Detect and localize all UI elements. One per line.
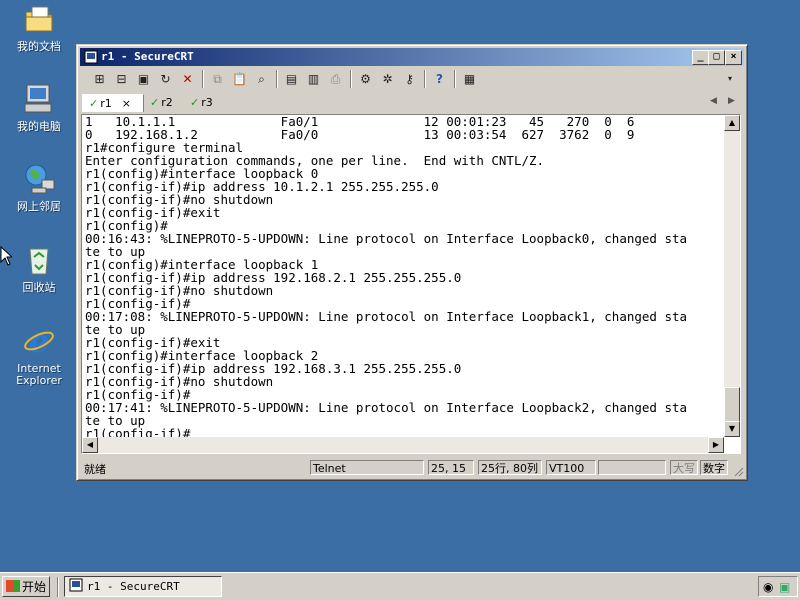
window-titlebar[interactable]: r1 - SecureCRT _ □ × — [80, 48, 744, 66]
terminal-view[interactable]: 1 10.1.1.1 Fa0/1 12 00:01:23 45 270 0 60… — [81, 114, 741, 454]
resize-grip-icon[interactable] — [732, 465, 744, 477]
taskbar-item-securecrt[interactable]: r1 - SecureCRT — [64, 576, 222, 597]
tray-icon[interactable]: ◉ — [763, 580, 773, 594]
tray-network-icon[interactable]: ▣ — [779, 580, 790, 594]
paste-icon[interactable]: 📋 — [230, 70, 249, 88]
desktop-icon-network-places[interactable]: 网上邻居 — [8, 162, 70, 213]
terminal-line: 00:16:43: %LINEPROTO-5-UPDOWN: Line prot… — [85, 231, 688, 246]
desktop-icon-my-computer[interactable]: 我的电脑 — [8, 82, 70, 133]
tab-close-icon[interactable]: × — [122, 97, 131, 110]
key-icon[interactable]: ⚷ — [400, 70, 419, 88]
find-icon[interactable]: ⌕ — [252, 70, 271, 88]
toolbar: ⊞ ⊟ ▣ ↻ ✕ ⧉ 📋 ⌕ ▤ ▥ ⎙ ⚙ ✲ ⚷ ? ▦ ▾ — [80, 67, 744, 91]
securecrt-app-icon — [69, 578, 83, 592]
desktop-icon-label: 我的文档 — [17, 40, 61, 53]
scroll-left-icon[interactable]: ◀ — [82, 437, 98, 453]
tab-label: r1 — [100, 97, 112, 110]
securecrt-window: r1 - SecureCRT _ □ × ⊞ ⊟ ▣ ↻ ✕ ⧉ 📋 ⌕ ▤ ▥… — [76, 44, 748, 481]
status-caps: 大写 — [670, 460, 698, 475]
status-emulation: VT100 — [546, 460, 596, 475]
connect-tab-icon[interactable]: ▣ — [134, 70, 153, 88]
help-icon[interactable]: ? — [430, 70, 449, 88]
maximize-button[interactable]: □ — [708, 50, 725, 65]
desktop-icon-label: 我的电脑 — [17, 120, 61, 133]
status-num: 数字 — [700, 460, 728, 475]
tab-scroll-left-icon[interactable]: ◀ — [710, 96, 717, 106]
tab-label: r3 — [201, 96, 213, 109]
session-options-icon[interactable]: ⚙ — [356, 70, 375, 88]
securecrt-app-icon — [84, 50, 98, 64]
copy-icon[interactable]: ⧉ — [208, 70, 227, 88]
connected-check-icon: ✓ — [89, 97, 99, 110]
toolbar-separator — [276, 70, 278, 88]
toolbar-separator — [454, 70, 456, 88]
status-terminal-size: 25行, 80列 — [478, 460, 542, 475]
status-bar: 就绪 Telnet 25, 15 25行, 80列 VT100 大写 数字 — [80, 459, 744, 477]
my-documents-icon — [25, 6, 53, 32]
internet-explorer-icon: e — [24, 322, 54, 360]
tab-r2[interactable]: ✓ r2 — [150, 94, 186, 111]
terminal-line: r1(config-if)#exit — [85, 205, 221, 220]
global-options-icon[interactable]: ✲ — [378, 70, 397, 88]
scroll-down-icon[interactable]: ▼ — [724, 421, 740, 437]
scroll-right-icon[interactable]: ▶ — [708, 437, 724, 453]
toolbar-separator — [424, 70, 426, 88]
desktop-icon-label: 网上邻居 — [17, 200, 61, 213]
window-title: r1 - SecureCRT — [101, 50, 194, 63]
taskbar-separator — [57, 577, 59, 597]
sftp-icon[interactable]: ▦ — [460, 70, 479, 88]
vertical-scroll-thumb[interactable] — [724, 387, 740, 423]
connected-check-icon: ✓ — [150, 96, 160, 109]
toolbar-chevron-icon[interactable]: ▾ — [725, 70, 735, 88]
terminal-line: 00:17:41: %LINEPROTO-5-UPDOWN: Line prot… — [85, 400, 688, 415]
print-screen-icon[interactable]: ▤ — [282, 70, 301, 88]
session-tabs: ✓ r1 × ✓ r2 ✓ r3 ◀ ▶ — [80, 93, 744, 113]
windows-logo-icon — [6, 580, 20, 592]
toolbar-separator — [350, 70, 352, 88]
status-cursor-position: 25, 15 — [428, 460, 474, 475]
tab-label: r2 — [161, 96, 173, 109]
desktop-icon-label: 回收站 — [22, 281, 56, 294]
horizontal-scrollbar[interactable]: ◀ ▶ — [82, 437, 724, 453]
tab-r3[interactable]: ✓ r3 — [190, 94, 226, 111]
print-selection-icon[interactable]: ▥ — [304, 70, 323, 88]
desktop-icon-internet-explorer[interactable]: e Internet Explorer — [8, 322, 70, 387]
start-button[interactable]: 开始 — [2, 576, 50, 597]
connect-icon[interactable]: ⊞ — [90, 70, 109, 88]
tab-scroll-right-icon[interactable]: ▶ — [728, 96, 735, 106]
status-blank — [598, 460, 666, 475]
system-tray: ◉ ▣ — [758, 576, 798, 597]
taskbar-item-label: r1 - SecureCRT — [87, 580, 180, 593]
desktop-icon-label-line2: Explorer — [16, 374, 62, 387]
disconnect-icon[interactable]: ✕ — [178, 70, 197, 88]
network-places-icon — [25, 164, 55, 194]
desktop-icon-my-documents[interactable]: 我的文档 — [8, 2, 70, 53]
taskbar: 开始 r1 - SecureCRT ◉ ▣ — [0, 572, 800, 600]
start-label: 开始 — [22, 580, 47, 594]
recycle-bin-icon — [29, 248, 49, 275]
tab-r1[interactable]: ✓ r1 × — [82, 94, 144, 112]
toolbar-separator — [202, 70, 204, 88]
terminal-output: 1 10.1.1.1 Fa0/1 12 00:01:23 45 270 0 60… — [85, 115, 727, 439]
status-protocol: Telnet — [310, 460, 424, 475]
vertical-scrollbar[interactable]: ▲ ▼ — [724, 115, 740, 437]
print-icon[interactable]: ⎙ — [326, 70, 345, 88]
quick-connect-icon[interactable]: ⊟ — [112, 70, 131, 88]
minimize-button[interactable]: _ — [692, 50, 709, 65]
mouse-cursor-icon — [0, 246, 12, 266]
scroll-up-icon[interactable]: ▲ — [724, 115, 740, 131]
svg-text:e: e — [29, 324, 49, 358]
status-ready: 就绪 — [84, 463, 106, 476]
my-computer-icon — [24, 84, 52, 113]
desktop-icon-recycle-bin[interactable]: 回收站 — [8, 243, 70, 294]
close-button[interactable]: × — [725, 50, 742, 65]
reconnect-icon[interactable]: ↻ — [156, 70, 175, 88]
connected-check-icon: ✓ — [190, 96, 200, 109]
terminal-line: 00:17:08: %LINEPROTO-5-UPDOWN: Line prot… — [85, 309, 688, 324]
